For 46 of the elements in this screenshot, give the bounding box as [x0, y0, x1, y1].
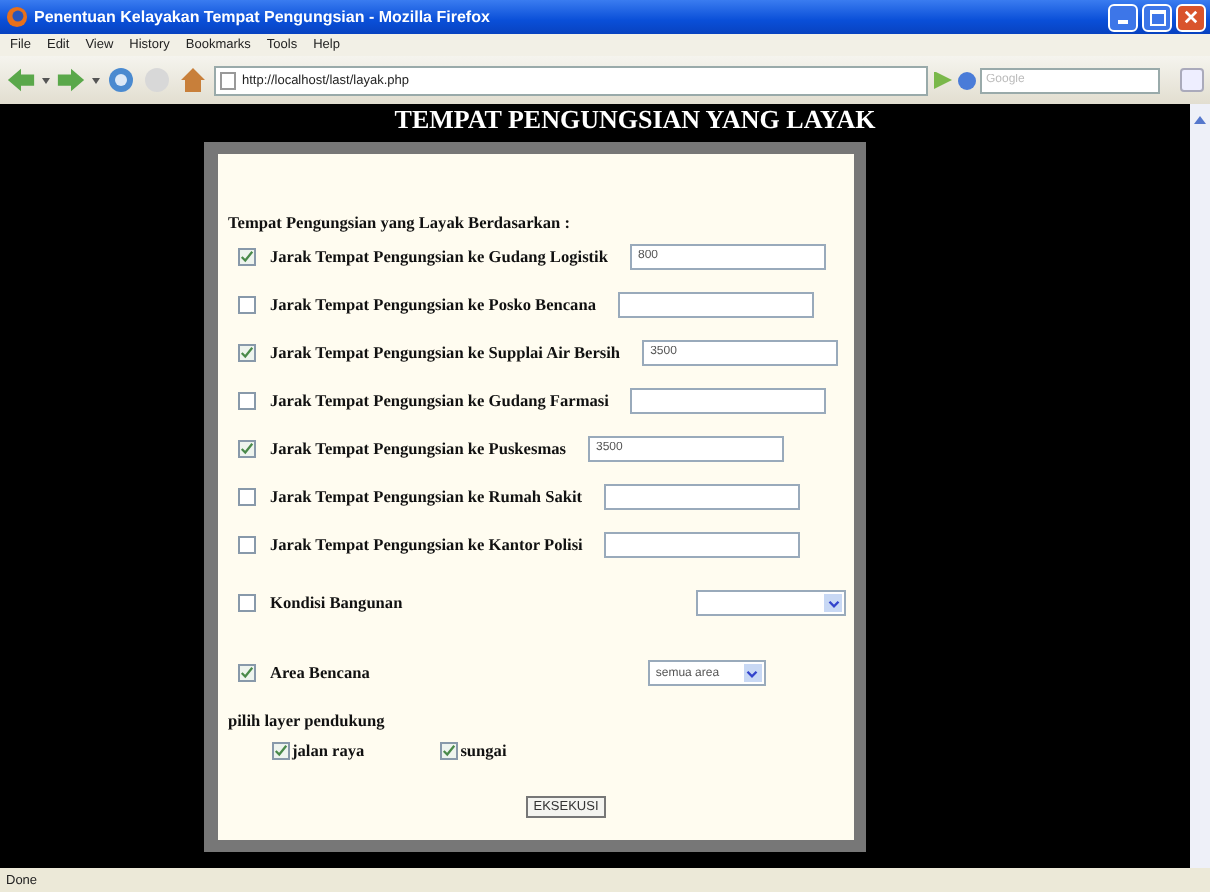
forward-icon[interactable] — [56, 66, 86, 94]
criterion-label: Jarak Tempat Pengungsian ke Supplai Air Bersih — [270, 343, 621, 361]
dropdown-icon[interactable] — [92, 77, 100, 83]
criterion-label: Jarak Tempat Pengungsian ke Rumah Sakit — [270, 487, 583, 505]
checkbox[interactable] — [238, 247, 256, 265]
checkbox[interactable] — [238, 664, 256, 682]
layer-title: pilih layer pendukung — [226, 712, 387, 730]
layer-label: jalan raya — [292, 742, 365, 760]
checkbox[interactable] — [238, 535, 256, 553]
browser-icon — [6, 6, 28, 28]
input-field[interactable] — [604, 483, 801, 509]
page-heading: TEMPAT PENGUNGSIAN YANG LAYAK — [394, 104, 876, 134]
input-field[interactable] — [630, 387, 827, 413]
layer-label: sungai — [460, 742, 507, 760]
search-engine-icon[interactable] — [958, 71, 976, 89]
go-button[interactable] — [934, 71, 952, 89]
caret-icon[interactable] — [743, 664, 762, 682]
minimize-button[interactable] — [1108, 3, 1138, 31]
criterion-label: Jarak Tempat Pengungsian ke Gudang Logistik — [270, 247, 608, 265]
reload-icon[interactable] — [106, 66, 136, 94]
form-title: Tempat Pengungsian yang Layak Berdasarkan : — [226, 214, 572, 232]
search-button[interactable] — [1180, 68, 1204, 92]
criterion-label: Jarak Tempat Pengungsian ke Kantor Polisi — [270, 535, 583, 553]
home-icon[interactable] — [178, 66, 208, 94]
checkbox[interactable] — [238, 295, 256, 313]
checkbox[interactable] — [238, 439, 256, 457]
checkbox[interactable] — [238, 343, 256, 361]
criterion-label: Area Bencana — [270, 664, 370, 682]
checkbox[interactable] — [238, 487, 256, 505]
checkbox[interactable] — [440, 742, 459, 760]
checkbox[interactable] — [238, 594, 256, 612]
back-icon[interactable] — [6, 66, 36, 94]
criterion-label: Kondisi Bangunan — [270, 594, 403, 612]
dropdown-icon[interactable] — [42, 77, 50, 83]
maximize-button[interactable] — [1142, 3, 1172, 31]
criterion-label: Jarak Tempat Pengungsian ke Gudang Farmasi — [270, 391, 609, 409]
criterion-label: Jarak Tempat Pengungsian ke Posko Bencana — [270, 295, 596, 313]
criterion-label: Jarak Tempat Pengungsian ke Puskesmas — [270, 439, 566, 457]
input-field[interactable] — [604, 531, 801, 557]
checkbox[interactable] — [272, 742, 290, 760]
input-field[interactable] — [617, 291, 814, 317]
checkbox[interactable] — [238, 391, 256, 409]
caret-icon[interactable] — [824, 594, 843, 612]
window-title: Penentuan Kelayakan Tempat Pengungsian - Mozilla Firefox — [34, 8, 492, 26]
close-button[interactable] — [1176, 3, 1206, 31]
close-icon[interactable] — [1184, 10, 1198, 24]
